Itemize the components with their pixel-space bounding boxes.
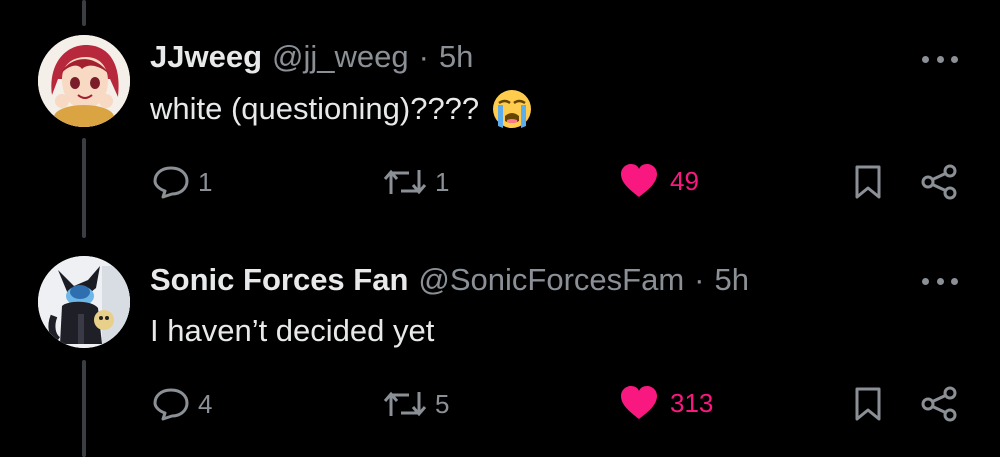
bookmark-icon [855,165,881,199]
separator-dot: · [694,262,705,297]
display-name[interactable]: JJweeg [150,39,262,75]
retweet-icon [383,391,427,417]
avatar-image [38,35,130,127]
share-icon [921,386,957,422]
share-button[interactable] [920,386,958,422]
crying-face-icon [493,90,532,128]
heart-icon [621,386,657,419]
bookmark-icon [855,387,881,421]
tweet-1[interactable]: JJweeg @jj_weeg · 5h white (questioning)… [0,0,1000,228]
timestamp[interactable]: 5h [439,39,473,75]
avatar-image [38,256,130,348]
tweet-header: Sonic Forces Fan @SonicForcesFam · 5h [150,262,749,298]
tweet-header: JJweeg @jj_weeg · 5h [150,39,473,75]
like-button[interactable]: 49 [620,164,699,198]
retweet-count: 1 [435,166,450,197]
tweet-text-content: I haven’t decided yet [150,313,435,348]
reply-button[interactable]: 4 [152,386,212,422]
more-icon[interactable] [922,275,958,287]
reply-icon [153,166,189,199]
more-icon[interactable] [922,53,958,65]
reply-count: 1 [198,166,213,197]
reply-count: 4 [198,388,213,419]
retweet-count: 5 [435,388,450,419]
tweet-2[interactable]: Sonic Forces Fan @SonicForcesFam · 5h I … [0,228,1000,457]
heart-icon [621,164,657,197]
reply-icon [153,388,189,421]
bookmark-button[interactable] [853,386,883,422]
retweet-button[interactable]: 1 [383,166,449,198]
share-button[interactable] [920,164,958,200]
display-name[interactable]: Sonic Forces Fan [150,262,408,298]
like-count: 49 [670,165,699,196]
tweet-text: I haven’t decided yet [150,310,434,352]
bookmark-button[interactable] [853,164,883,200]
avatar[interactable] [38,256,130,348]
loudly-crying-emoji [491,88,533,130]
retweet-button[interactable]: 5 [383,388,449,420]
avatar[interactable] [38,35,130,127]
separator-dot: · [418,39,429,74]
tweet-text-content: white (questioning)???? [150,91,480,126]
like-count: 313 [670,387,714,418]
retweet-icon [383,169,427,195]
user-handle[interactable]: @SonicForcesFam [418,262,684,298]
like-button[interactable]: 313 [620,386,713,420]
reply-button[interactable]: 1 [152,164,212,200]
tweet-text: white (questioning)???? [150,88,533,130]
share-icon [921,164,957,200]
timestamp[interactable]: 5h [715,262,749,298]
user-handle[interactable]: @jj_weeg [272,39,409,75]
